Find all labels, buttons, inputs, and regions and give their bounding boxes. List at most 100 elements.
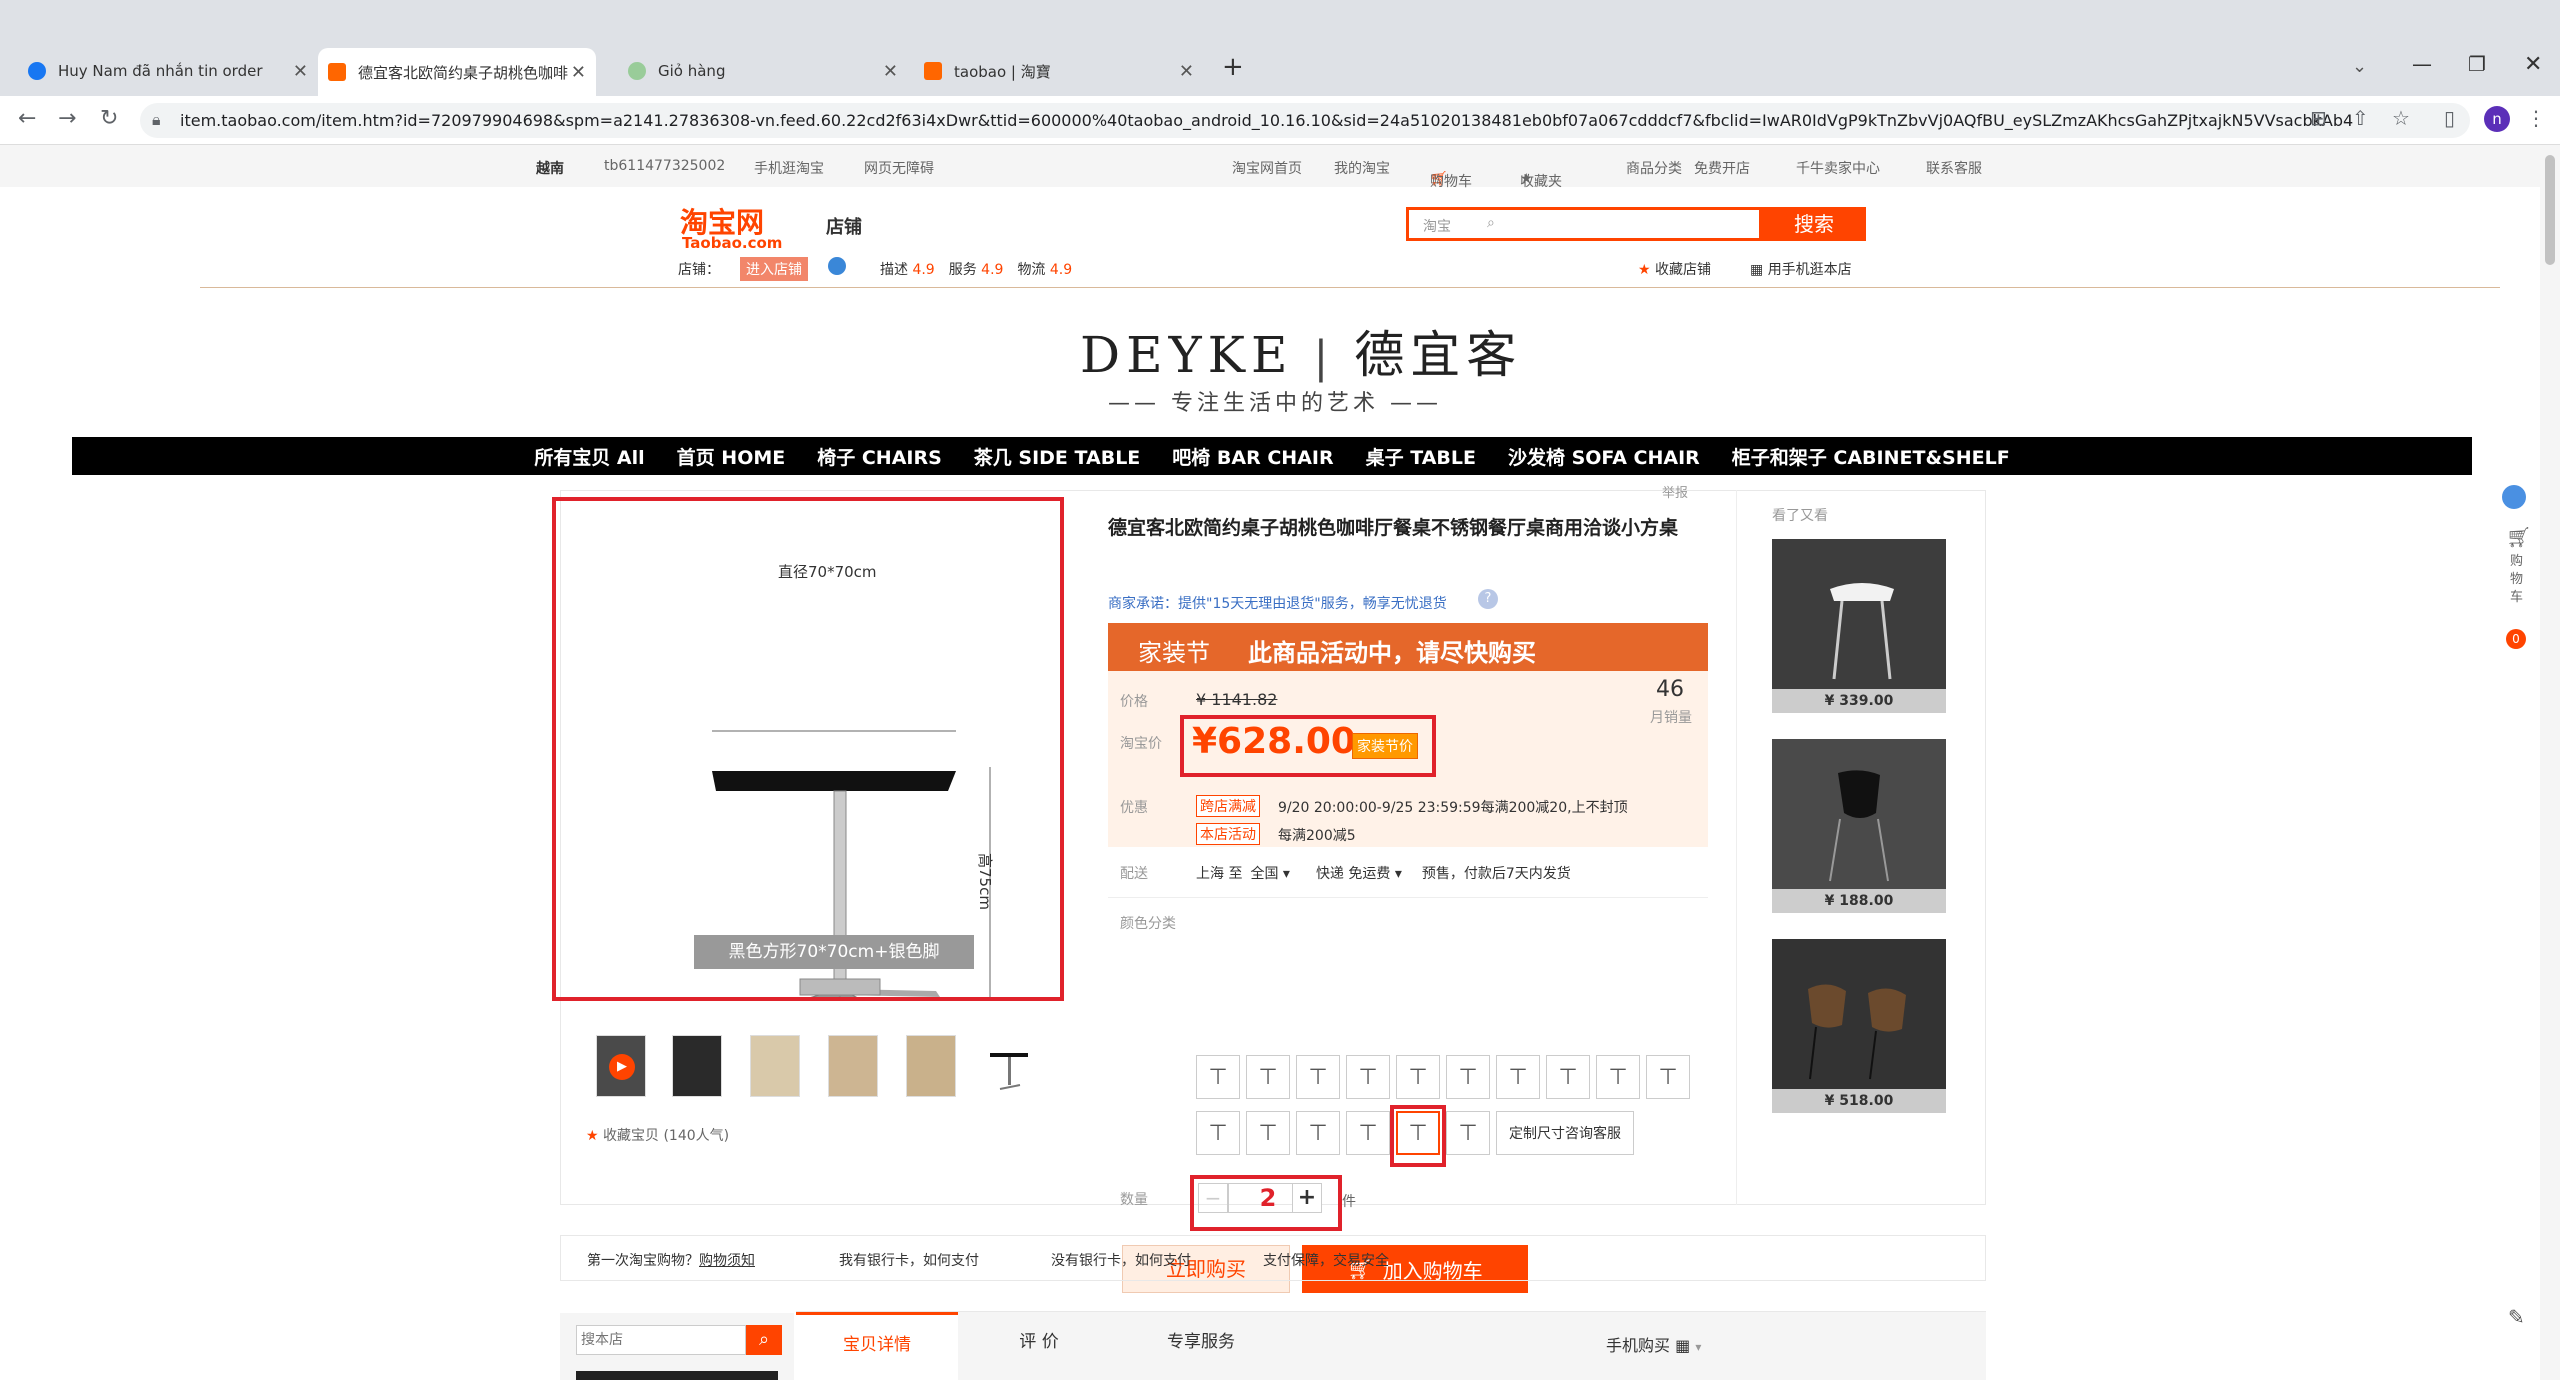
tab-cart[interactable]: Giỏ hàng ✕ [628,51,898,91]
nav-cabinet[interactable]: 柜子和架子 CABINET&SHELF [1732,443,2010,470]
sku-custom[interactable]: 定制尺寸咨询客服 [1496,1111,1634,1155]
help-icon[interactable]: ? [1478,589,1498,609]
original-price: ¥ 1141.82 [1196,690,1278,709]
sku-option[interactable]: ⊤ [1596,1055,1640,1099]
nav-sofa-chair[interactable]: 沙发椅 SOFA CHAIR [1508,443,1700,470]
sku-option[interactable]: ⊤ [1446,1055,1490,1099]
thumb-image[interactable] [906,1035,956,1097]
sidepanel-icon[interactable]: ▯ [2444,106,2455,130]
sku-option[interactable]: ⊤ [1396,1055,1440,1099]
brand-logo[interactable]: DEYKE | 德宜客 [1080,315,1522,387]
profile-avatar[interactable]: n [2484,106,2510,132]
scrollbar[interactable] [2540,145,2560,1380]
cart-icon[interactable]: 🛒︎ [2506,525,2531,549]
wangwang-icon[interactable] [828,257,846,275]
search-icon[interactable]: ⌕ [746,1325,782,1355]
open-shop-link[interactable]: 免费开店 [1694,158,1750,178]
sku-option[interactable]: ⊤ [1446,1111,1490,1155]
nav-side-table[interactable]: 茶几 SIDE TABLE [974,443,1141,470]
close-icon[interactable]: ✕ [293,61,308,82]
window-close-icon[interactable]: ✕ [2524,52,2542,77]
thumb-image[interactable] [672,1035,722,1097]
ship-fee[interactable]: 快递 免运费 ▾ [1316,863,1402,883]
tab-taobao[interactable]: taobao | 淘寶 ✕ [924,51,1194,91]
promise-text[interactable]: 商家承诺：提供"15天无理由退货"服务，畅享无忧退货 [1108,593,1447,613]
sku-option[interactable]: ⊤ [1646,1055,1690,1099]
address-bar[interactable]: 🔒︎ item.taobao.com/item.htm?id=720979904… [140,103,2470,138]
sku-option[interactable]: ⊤ [1496,1055,1540,1099]
user-link[interactable]: tb611477325002 [604,158,725,174]
region[interactable]: 越南 [536,158,564,178]
sku-option[interactable]: ⊤ [1546,1055,1590,1099]
nav-table[interactable]: 桌子 TABLE [1366,443,1476,470]
tab-services[interactable]: 专享服务 [1120,1312,1282,1380]
my-taobao-link[interactable]: 我的淘宝 [1334,158,1390,178]
sku-option[interactable]: ⊤ [1246,1055,1290,1099]
nav-home[interactable]: 首页 HOME [677,443,786,470]
mobile-shop-link[interactable]: ▦ 用手机逛本店 [1750,259,1852,279]
tab-facebook[interactable]: Huy Nam đã nhắn tin order ✕ [28,51,308,91]
thumb-image[interactable] [984,1035,1034,1097]
search-input[interactable]: 淘宝 ⌕ [1406,207,1762,241]
enter-shop-button[interactable]: 进入店铺 [740,257,808,281]
service-link[interactable]: 联系客服 [1926,158,1982,178]
thumb-image[interactable] [750,1035,800,1097]
menu-icon[interactable]: ⋮ [2526,106,2546,130]
sku-option[interactable]: ⊤ [1196,1111,1240,1155]
qty-minus-button[interactable]: − [1198,1183,1228,1213]
guide-item[interactable]: 没有银行卡，如何支付 [1051,1250,1191,1270]
translate-icon[interactable]: ⊞ [2310,106,2327,130]
accessible-link[interactable]: 网页无障碍 [864,158,934,178]
home-link[interactable]: 淘宝网首页 [1232,158,1302,178]
forward-icon[interactable]: → [58,106,76,131]
seller-link[interactable]: 千牛卖家中心 [1796,158,1880,178]
report-link[interactable]: 举报 [1662,482,1688,501]
bookmark-star-icon[interactable]: ☆ [2392,106,2410,130]
nav-bar-chair[interactable]: 吧椅 BAR CHAIR [1172,443,1333,470]
minimize-icon[interactable]: — [2412,52,2432,76]
close-icon[interactable]: ✕ [1179,61,1194,82]
close-icon[interactable]: ✕ [571,62,586,83]
sku-option[interactable]: ⊤ [1346,1055,1390,1099]
mobile-buy[interactable]: 手机购买 ▦ ▾ [1606,1332,1701,1356]
nav-all[interactable]: 所有宝贝 All [534,443,644,470]
close-icon[interactable]: ✕ [883,61,898,82]
recommend-item[interactable]: ¥ 339.00 [1772,539,1946,713]
guide-link[interactable]: 购物须知 [699,1253,755,1269]
shop-search-input[interactable] [576,1325,746,1355]
mobile-link[interactable]: 手机逛淘宝 [754,158,824,178]
tab-reviews[interactable]: 评 价 [958,1312,1120,1380]
rightbar-cart-label[interactable]: 购物车 [2510,553,2524,607]
guide-item[interactable]: 支付保障，交易安全 [1263,1250,1389,1270]
fav-shop-link[interactable]: ★ 收藏店铺 [1638,259,1711,279]
tab-product[interactable]: 德宜客北欧简约桌子胡桃色咖啡厅 ✕ [318,48,596,96]
guide-item[interactable]: 我有银行卡，如何支付 [839,1250,979,1270]
sku-option[interactable]: ⊤ [1246,1111,1290,1155]
sku-option[interactable]: ⊤ [1346,1111,1390,1155]
scrollbar-thumb[interactable] [2545,155,2555,265]
back-icon[interactable]: ← [18,106,36,131]
nav-chairs[interactable]: 椅子 CHAIRS [817,443,942,470]
video-thumb[interactable]: ▶ [596,1035,646,1097]
tab-details[interactable]: 宝贝详情 [796,1312,958,1380]
search-scope[interactable]: 淘宝 [1423,216,1451,236]
sku-option[interactable]: ⊤ [1296,1111,1340,1155]
new-tab-button[interactable]: + [1222,52,1244,82]
ship-to-select[interactable]: 全国 ▾ [1250,863,1289,883]
edit-icon[interactable]: ✎ [2508,1305,2525,1329]
feedback-icon[interactable] [2502,485,2526,509]
reload-icon[interactable]: ↻ [100,106,118,131]
thumb-image[interactable] [828,1035,878,1097]
sku-option[interactable]: ⊤ [1296,1055,1340,1099]
recommend-item[interactable]: ¥ 188.00 [1772,739,1946,913]
qty-plus-button[interactable]: + [1292,1183,1322,1213]
favorite-item[interactable]: ★ 收藏宝贝 (140人气) [586,1125,729,1145]
search-button[interactable]: 搜索 [1762,207,1866,241]
tab-search-icon[interactable]: ⌄ [2352,56,2367,77]
sku-option[interactable]: ⊤ [1196,1055,1240,1099]
share-icon[interactable]: ⇧ [2352,106,2369,130]
store-label: 店铺 [826,217,862,238]
category-link[interactable]: 商品分类 [1626,158,1682,178]
restore-icon[interactable]: ❐ [2468,52,2486,76]
recommend-item[interactable]: ¥ 518.00 [1772,939,1946,1113]
